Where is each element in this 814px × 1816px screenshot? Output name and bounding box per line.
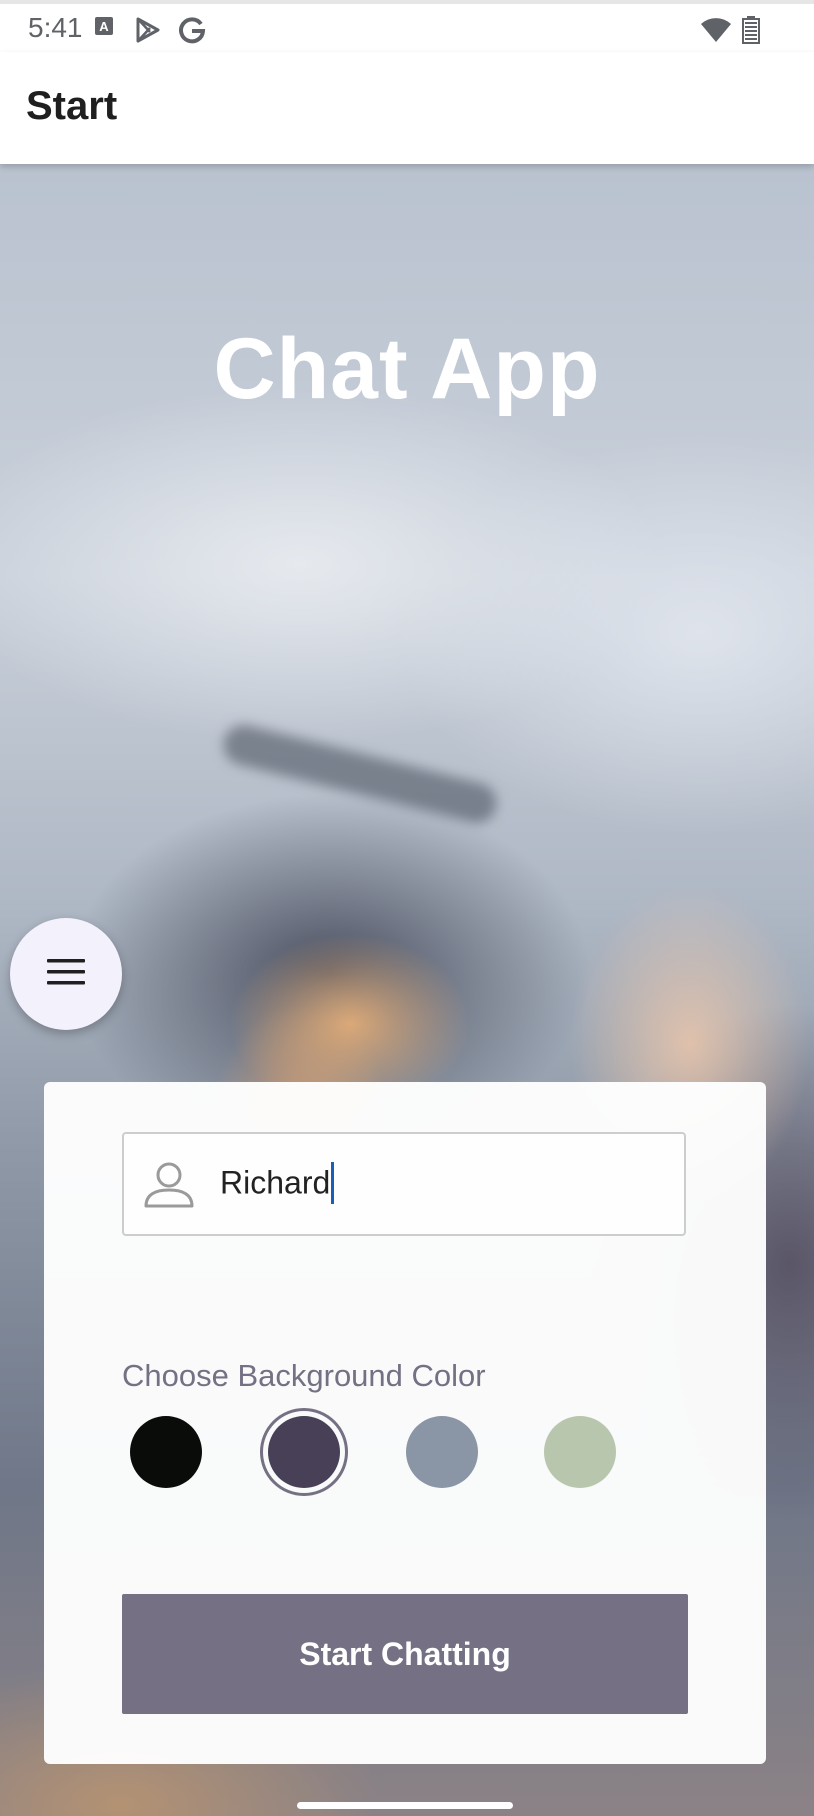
name-input[interactable]: Richard xyxy=(220,1162,335,1206)
app-bar-title: Start xyxy=(26,84,118,128)
start-chatting-button[interactable]: Start Chatting xyxy=(122,1594,688,1714)
home-indicator[interactable] xyxy=(297,1802,513,1809)
app-title: Chat App xyxy=(213,321,601,417)
background-photo-detail xyxy=(219,720,501,828)
color-swatch-black[interactable] xyxy=(130,1416,202,1488)
color-swatch-purple[interactable] xyxy=(268,1416,340,1488)
start-screen: 5:41 A Start Chat App Richard Choose Bac… xyxy=(0,0,814,1816)
app-a-icon: A xyxy=(94,16,114,41)
wifi-icon xyxy=(700,18,732,49)
status-bar: 5:41 A xyxy=(0,0,814,52)
play-store-icon xyxy=(134,16,162,49)
color-swatch-gray-blue[interactable] xyxy=(406,1416,478,1488)
name-input-value: Richard xyxy=(220,1164,331,1201)
menu-button[interactable] xyxy=(10,918,122,1030)
menu-icon xyxy=(46,957,86,992)
text-cursor xyxy=(331,1162,335,1204)
person-icon xyxy=(142,1160,196,1217)
color-picker-label: Choose Background Color xyxy=(122,1358,486,1393)
svg-text:A: A xyxy=(99,19,109,34)
app-bar: Start xyxy=(0,52,814,164)
start-form-card: Richard Choose Background Color Start Ch… xyxy=(44,1082,766,1764)
color-swatch-green[interactable] xyxy=(544,1416,616,1488)
battery-icon xyxy=(742,16,760,49)
name-input-field[interactable]: Richard xyxy=(122,1132,686,1236)
status-time: 5:41 xyxy=(28,12,83,43)
google-g-icon xyxy=(178,16,206,49)
